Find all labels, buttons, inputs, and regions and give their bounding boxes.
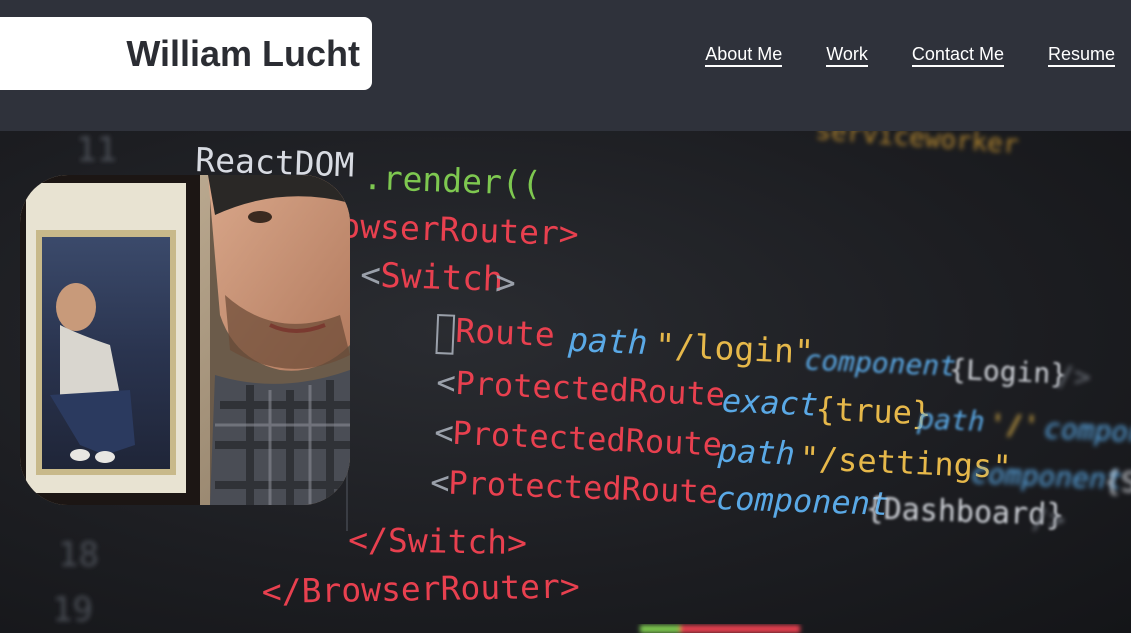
code-bracket: < xyxy=(436,363,457,402)
logo-box[interactable]: William Lucht xyxy=(0,17,372,90)
code-attr: path xyxy=(566,320,648,362)
code-attr: component xyxy=(804,343,957,383)
text-cursor xyxy=(435,313,456,355)
code-bracket: < xyxy=(360,255,382,296)
site-header: William Lucht About Me Work Contact Me R… xyxy=(0,0,1131,131)
code-attr: exact xyxy=(721,381,819,423)
code-protectedroute-tag: ProtectedRoute xyxy=(448,464,719,511)
main-nav: About Me Work Contact Me Resume xyxy=(705,44,1115,67)
code-faded-top: serviceworker xyxy=(815,131,1020,160)
code-attr: path xyxy=(716,431,796,472)
code-attr: component xyxy=(970,456,1123,496)
code-string: '/' xyxy=(988,407,1040,442)
code-value: {Login} xyxy=(949,352,1068,390)
nav-resume[interactable]: Resume xyxy=(1047,44,1115,67)
code-line-browserrouter: owserRouter> xyxy=(340,206,580,253)
nav-contact-me[interactable]: Contact Me xyxy=(911,44,1004,67)
code-switch-tag: Switch xyxy=(380,256,504,300)
line-number: 11 xyxy=(76,131,117,170)
profile-photo xyxy=(20,175,350,505)
code-attr: compone xyxy=(1043,412,1131,450)
code-attr: path xyxy=(916,402,986,438)
profile-photo-image xyxy=(20,175,350,505)
code-protectedroute-tag: ProtectedRoute xyxy=(455,364,726,414)
site-logo-name[interactable]: William Lucht xyxy=(126,33,360,75)
code-value: {true} xyxy=(815,390,932,433)
line-number: 18 xyxy=(58,535,99,575)
code-switch-close: </Switch> xyxy=(348,520,527,562)
nav-work[interactable]: Work xyxy=(826,44,868,67)
code-end: /> xyxy=(1031,502,1066,536)
code-protectedroute-tag: ProtectedRoute xyxy=(452,414,723,464)
code-bracket: > xyxy=(494,263,516,304)
code-render: .render(( xyxy=(362,158,542,203)
line-number: 19 xyxy=(52,590,93,630)
code-value: {S xyxy=(1103,464,1131,498)
code-string: "/login" xyxy=(654,326,815,372)
code-browserrouter-close: </BrowserRouter> xyxy=(261,566,580,611)
code-route-tag: Route xyxy=(455,311,556,354)
code-end: /> xyxy=(1056,359,1091,393)
code-partial-line xyxy=(640,625,800,633)
nav-about-me[interactable]: About Me xyxy=(705,44,783,67)
code-attr: component xyxy=(715,479,890,523)
